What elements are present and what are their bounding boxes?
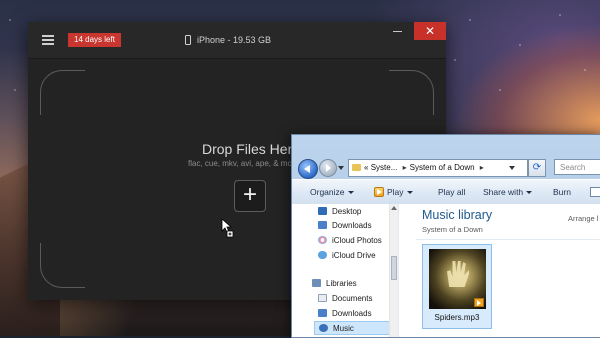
explorer-window: « Syste... ▸ System of a Down ▸ ⟳ Search … (291, 134, 600, 338)
libraries-icon (312, 279, 321, 287)
icloud-photos-icon (318, 236, 327, 244)
share-with-button[interactable]: Share with (483, 180, 533, 204)
icloud-drive-icon (318, 251, 327, 259)
nav-item-desktop[interactable]: Desktop (318, 205, 361, 219)
close-button[interactable]: ✕ (414, 22, 446, 40)
media-play-badge-icon (474, 298, 484, 307)
drop-zone-corner (40, 70, 85, 115)
files-pane: Music library System of a Down Arrange l… (406, 204, 600, 337)
explorer-toolbar: Organize Play Play all Share with Burn (292, 179, 600, 205)
nav-item-label: iCloud Photos (332, 236, 382, 245)
navigation-pane: Desktop Downloads iCloud Photos iCloud D… (292, 204, 399, 337)
arrange-by-label[interactable]: Arrange l (568, 214, 598, 223)
device-label: iPhone - 19.53 GB (197, 35, 272, 45)
drop-zone-corner (389, 70, 434, 115)
trial-badge[interactable]: 14 days left (68, 33, 121, 47)
nav-item-music[interactable]: Music (314, 321, 396, 335)
folder-icon (352, 164, 361, 171)
drop-formats: flac, cue, mkv, avi, ape, & mo (188, 159, 292, 168)
organize-label: Organize (310, 187, 345, 197)
play-icon (374, 187, 384, 197)
documents-icon (318, 294, 327, 302)
file-name: Spiders.mp3 (434, 313, 480, 322)
drop-zone-corner (40, 243, 85, 288)
explorer-nav-bar: « Syste... ▸ System of a Down ▸ ⟳ Search (292, 135, 600, 179)
recent-pages-chevron-icon[interactable] (338, 166, 344, 170)
crumb-separator-icon[interactable]: ▸ (403, 163, 407, 172)
burn-button[interactable]: Burn (553, 180, 571, 204)
forward-button[interactable] (319, 159, 337, 177)
divider (416, 239, 600, 240)
refresh-button[interactable]: ⟳ (528, 159, 546, 177)
nav-item-label: Downloads (332, 309, 372, 318)
nav-item-label: Downloads (332, 221, 372, 230)
nav-item-libraries[interactable]: Libraries (312, 277, 357, 291)
nav-item-documents[interactable]: Documents (318, 292, 372, 306)
view-options-icon[interactable] (590, 187, 600, 197)
search-input[interactable]: Search (554, 159, 600, 175)
app-titlebar: 14 days left iPhone - 19.53 GB ✕ (28, 22, 446, 59)
nav-item-label: Libraries (326, 279, 357, 288)
album-art-thumbnail (429, 249, 486, 309)
play-button[interactable]: Play (374, 180, 413, 204)
hand-artwork (447, 261, 469, 287)
hamburger-menu-icon[interactable] (42, 35, 54, 45)
phone-icon (185, 35, 191, 45)
nav-item-label: Documents (332, 294, 373, 303)
nav-item-label: iCloud Drive (332, 251, 376, 260)
address-crumb[interactable]: Syste... (371, 163, 398, 172)
file-item[interactable]: Spiders.mp3 (422, 244, 492, 329)
play-all-button[interactable]: Play all (438, 180, 465, 204)
back-button[interactable] (298, 159, 318, 179)
chevron-down-icon (347, 191, 354, 194)
mouse-cursor-icon (221, 218, 234, 238)
drop-title: Drop Files Here (202, 141, 301, 157)
library-title: Music library (422, 208, 493, 222)
scroll-thumb[interactable] (391, 256, 397, 280)
add-files-button[interactable]: + (234, 180, 266, 212)
nav-item-icloud-drive[interactable]: iCloud Drive (318, 249, 376, 263)
address-crumb[interactable]: System of a Down (410, 163, 475, 172)
library-subtitle: System of a Down (422, 225, 483, 234)
nav-item-label: Music (333, 324, 354, 333)
share-with-label: Share with (483, 187, 524, 197)
scroll-up-arrow-icon[interactable] (391, 206, 397, 210)
address-prefix[interactable]: « (364, 163, 368, 172)
minimize-button[interactable] (384, 22, 412, 40)
nav-item-library-downloads[interactable]: Downloads (318, 307, 372, 321)
explorer-content: Desktop Downloads iCloud Photos iCloud D… (292, 204, 600, 337)
play-label: Play (387, 187, 404, 197)
music-icon (319, 324, 328, 332)
chevron-down-icon (526, 191, 533, 194)
downloads-icon (318, 221, 327, 229)
address-bar[interactable]: « Syste... ▸ System of a Down ▸ (348, 159, 528, 177)
organize-button[interactable]: Organize (310, 180, 354, 204)
device-info[interactable]: iPhone - 19.53 GB (185, 33, 271, 47)
downloads-icon (318, 309, 327, 317)
chevron-down-icon (406, 191, 413, 194)
desktop-icon (318, 207, 327, 215)
nav-item-label: Desktop (332, 207, 362, 216)
nav-scrollbar[interactable] (389, 204, 398, 337)
crumb-separator-icon[interactable]: ▸ (480, 163, 484, 172)
nav-item-icloud-photos[interactable]: iCloud Photos (318, 234, 382, 248)
address-dropdown-icon[interactable] (509, 166, 515, 170)
nav-item-downloads[interactable]: Downloads (318, 219, 372, 233)
